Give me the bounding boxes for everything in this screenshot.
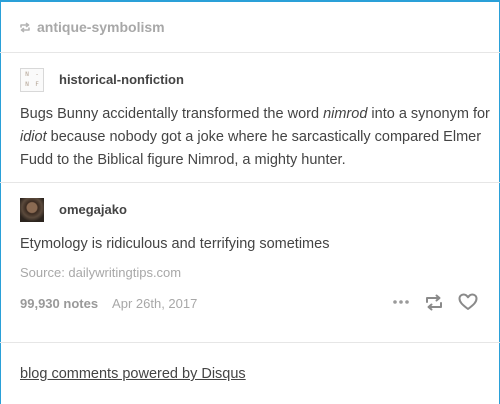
avatar-letter: N — [25, 81, 29, 88]
disqus-link[interactable]: blog comments powered by Disqus — [20, 366, 246, 382]
reblog-header[interactable]: antique-symbolism — [19, 19, 165, 35]
post-date[interactable]: Apr 26th, 2017 — [112, 296, 197, 311]
post-meta: 99,930 notes Apr 26th, 2017 — [20, 296, 197, 311]
post-body: Etymology is ridiculous and terrifying s… — [20, 236, 330, 252]
divider — [0, 342, 500, 343]
post-text-emphasis: idiot — [20, 129, 47, 145]
avatar-letter: F — [35, 81, 39, 88]
avatar-letter: - — [35, 71, 39, 78]
post-text-emphasis: nimrod — [323, 106, 368, 122]
reblog-icon — [19, 22, 31, 33]
post-body: Bugs Bunny accidentally transformed the … — [20, 103, 490, 172]
heart-icon[interactable] — [458, 293, 478, 311]
post-username[interactable]: historical-nonfiction — [59, 72, 184, 87]
reblog-icon[interactable] — [424, 294, 444, 311]
more-icon[interactable] — [392, 299, 410, 305]
post-username[interactable]: omegajako — [59, 202, 127, 217]
avatar-letter: N — [25, 71, 29, 78]
post-text-segment: Bugs Bunny accidentally transformed the … — [20, 106, 324, 122]
source-link[interactable]: Source: dailywritingtips.com — [20, 265, 181, 280]
avatar[interactable] — [20, 198, 44, 222]
avatar[interactable]: N - N F — [20, 68, 44, 92]
notes-count[interactable]: 99,930 notes — [20, 296, 98, 311]
reblog-source-blog[interactable]: antique-symbolism — [37, 19, 165, 35]
divider — [0, 182, 500, 183]
post-actions — [392, 293, 478, 311]
divider — [0, 52, 500, 53]
post-text-segment: into a synonym for — [367, 106, 490, 122]
post-text-segment: because nobody got a joke where he sarca… — [20, 129, 482, 168]
